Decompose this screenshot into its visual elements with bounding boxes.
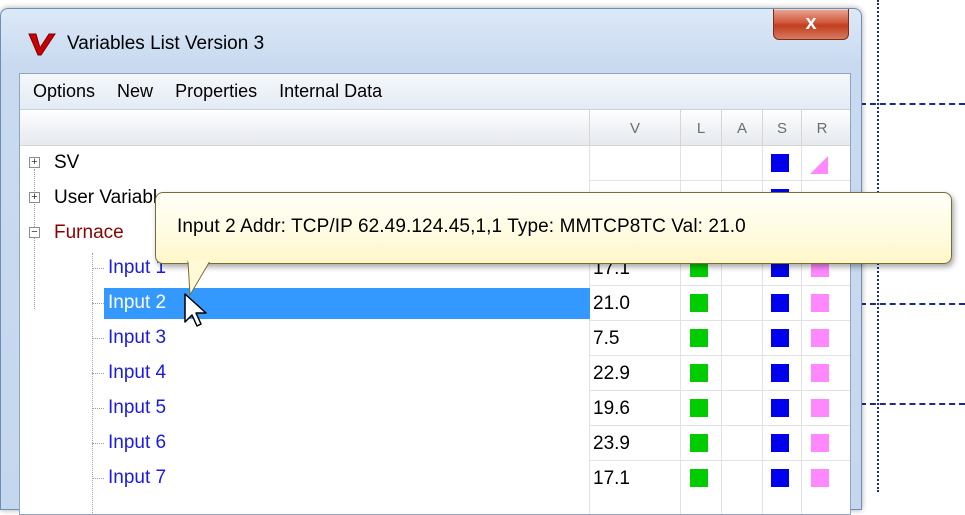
tree-guide-line (92, 338, 104, 339)
tree-node-label: Furnace (54, 222, 124, 243)
r-indicator (811, 329, 829, 347)
column-header-a[interactable]: A (721, 110, 762, 145)
tree-node-label: Input 3 (108, 327, 167, 348)
menu-internal-data[interactable]: Internal Data (268, 81, 393, 102)
tree-row-sv[interactable]: + SV (20, 146, 850, 181)
tree-row-input-5[interactable]: Input 5 19.6 (20, 391, 850, 426)
column-header-value[interactable]: V (589, 110, 680, 145)
value-cell: 17.1 (593, 468, 630, 489)
client-area: Options New Properties Internal Data V L… (19, 73, 851, 515)
expand-icon[interactable]: + (29, 157, 40, 168)
s-indicator (771, 399, 789, 417)
s-indicator (771, 294, 789, 312)
tree-guide-line (92, 303, 104, 304)
value-cell: 23.9 (593, 433, 630, 454)
value-cell: 22.9 (593, 363, 630, 384)
menu-options[interactable]: Options (20, 81, 106, 102)
s-indicator (771, 469, 789, 487)
tree-guide-line (92, 443, 104, 444)
menu-new[interactable]: New (106, 81, 164, 102)
tree-node-label: Input 4 (108, 362, 167, 383)
r-indicator (811, 294, 829, 312)
tooltip-text: Input 2 Addr: TCP/IP 62.49.124.45,1,1 Ty… (177, 216, 746, 237)
expand-icon[interactable]: + (29, 192, 40, 203)
column-header: V L A S R (20, 110, 850, 146)
l-indicator (690, 364, 708, 382)
mouse-cursor-icon (184, 293, 207, 327)
column-header-r[interactable]: R (801, 110, 842, 145)
r-indicator (810, 156, 828, 174)
tree-node-label: Input 5 (108, 397, 167, 418)
r-indicator (811, 434, 829, 452)
collapse-icon[interactable]: − (29, 227, 40, 238)
tree-row-input-6[interactable]: Input 6 23.9 (20, 426, 850, 461)
column-header-s[interactable]: S (762, 110, 801, 145)
menu-properties[interactable]: Properties (164, 81, 268, 102)
tree-row-input-3[interactable]: Input 3 7.5 (20, 321, 850, 356)
window-title: Variables List Version 3 (67, 33, 265, 54)
column-header-l[interactable]: L (680, 110, 721, 145)
value-cell: 19.6 (593, 398, 630, 419)
l-indicator (690, 294, 708, 312)
selection-highlight (104, 288, 590, 319)
tree-row-input-7[interactable]: Input 7 17.1 (20, 461, 850, 496)
s-indicator (771, 329, 789, 347)
canvas-connector-line (860, 403, 965, 405)
tree-row-input-2[interactable]: Input 2 21.0 (20, 286, 850, 321)
tree-row-input-4[interactable]: Input 4 22.9 (20, 356, 850, 391)
canvas-connector-line (860, 303, 965, 305)
tree-guide-line (92, 268, 104, 269)
close-button[interactable]: x (773, 9, 849, 40)
r-indicator (811, 364, 829, 382)
r-indicator (811, 469, 829, 487)
l-indicator (690, 399, 708, 417)
s-indicator (771, 364, 789, 382)
tooltip: Input 2 Addr: TCP/IP 62.49.124.45,1,1 Ty… (155, 192, 952, 264)
value-cell: 7.5 (593, 328, 620, 349)
value-cell: 21.0 (593, 293, 630, 314)
menu-bar: Options New Properties Internal Data (20, 74, 850, 110)
tree-guide-line (92, 373, 104, 374)
title-bar[interactable]: Variables List Version 3 x (1, 9, 861, 65)
tree-guide-line (92, 478, 104, 479)
s-indicator (771, 154, 789, 172)
l-indicator (690, 329, 708, 347)
column-header-name[interactable] (20, 110, 589, 145)
l-indicator (690, 434, 708, 452)
tree-node-label: Input 2 (108, 292, 167, 313)
r-indicator (811, 399, 829, 417)
app-logo-icon (28, 33, 56, 56)
l-indicator (690, 469, 708, 487)
tree-node-label: SV (54, 152, 80, 173)
tree-node-label: Input 7 (108, 467, 167, 488)
s-indicator (771, 434, 789, 452)
tree-guide-line (92, 408, 104, 409)
tree-node-label: Input 6 (108, 432, 167, 453)
canvas-connector-line (860, 103, 965, 105)
